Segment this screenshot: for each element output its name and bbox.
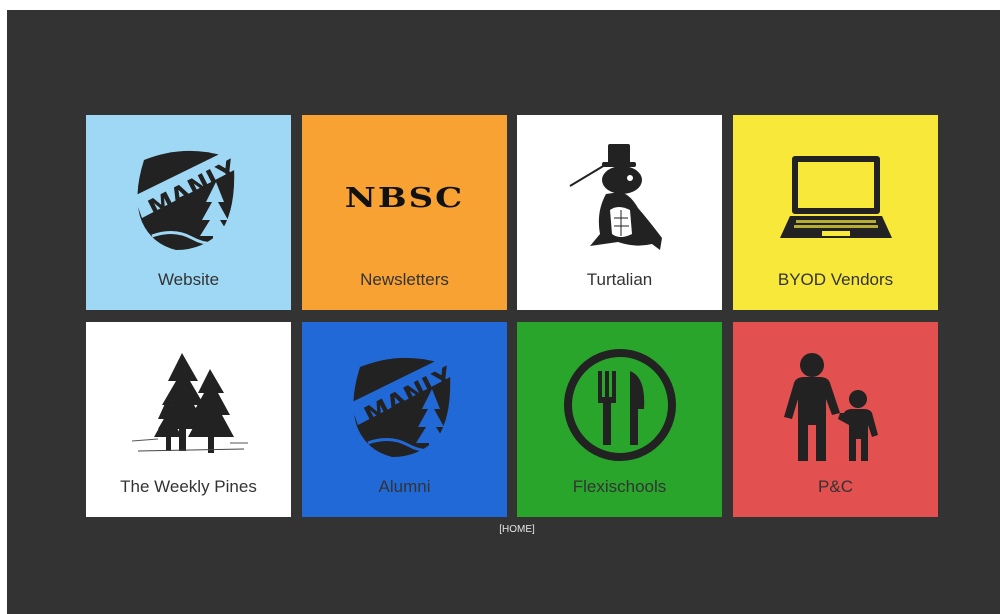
tile-turtalian[interactable]: Turtalian — [517, 115, 722, 310]
tile-website[interactable]: MANLY Website — [86, 115, 291, 310]
home-link[interactable]: [HOME] — [487, 524, 547, 535]
tile-label: Turtalian — [586, 270, 653, 289]
tile-label: Flexischools — [572, 477, 667, 496]
tile-byod-vendors[interactable]: BYOD Vendors — [733, 115, 938, 310]
page-background: MANLY Website NBSC Newsletters Turtalian… — [7, 10, 1000, 614]
tile-newsletters[interactable]: NBSC Newsletters — [302, 115, 507, 310]
nbsc-logo: NBSC — [302, 133, 507, 263]
pine-trees-icon — [86, 340, 291, 470]
tile-label: BYOD Vendors — [777, 270, 894, 289]
manly-crest-icon: MANLY — [302, 340, 507, 470]
tile-label: P&C — [818, 477, 853, 496]
tile-label: Alumni — [378, 477, 431, 496]
manly-crest-icon: MANLY — [86, 133, 291, 263]
tile-alumni[interactable]: MANLY Alumni — [302, 322, 507, 517]
tile-label: Newsletters — [360, 270, 449, 289]
cutlery-icon — [517, 340, 722, 470]
tile-the-weekly-pines[interactable]: The Weekly Pines — [86, 322, 291, 517]
parent-child-icon — [733, 340, 938, 470]
tile-flexischools[interactable]: Flexischools — [517, 322, 722, 517]
tile-label: The Weekly Pines — [120, 477, 257, 496]
laptop-icon — [733, 133, 938, 263]
turtle-icon — [517, 133, 722, 263]
nbsc-logo-text: NBSC — [344, 182, 465, 214]
tile-label: Website — [157, 270, 220, 289]
tile-p-and-c[interactable]: P&C — [733, 322, 938, 517]
